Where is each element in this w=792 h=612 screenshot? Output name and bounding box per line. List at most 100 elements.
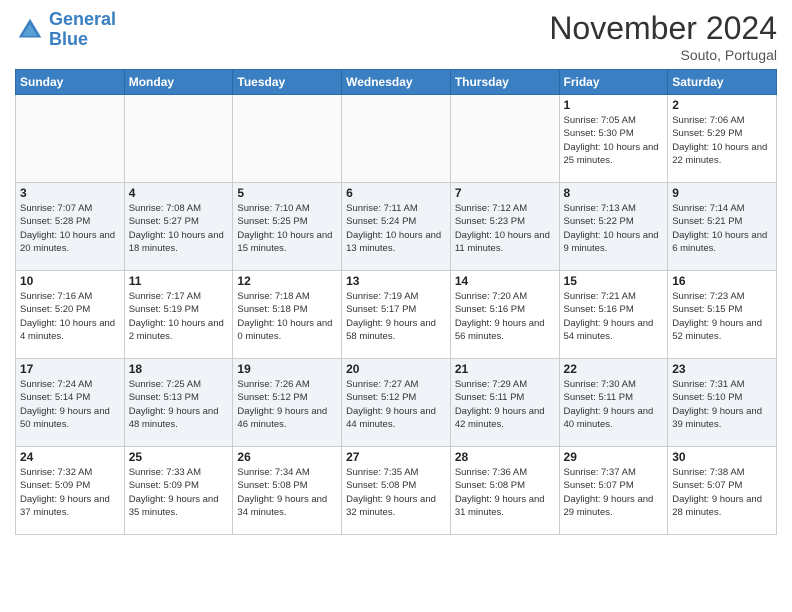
month-title: November 2024 [549, 10, 777, 47]
day-info: Sunrise: 7:11 AM Sunset: 5:24 PM Dayligh… [346, 202, 446, 255]
day-info: Sunrise: 7:14 AM Sunset: 5:21 PM Dayligh… [672, 202, 772, 255]
day-info: Sunrise: 7:05 AM Sunset: 5:30 PM Dayligh… [564, 114, 664, 167]
day-info: Sunrise: 7:37 AM Sunset: 5:07 PM Dayligh… [564, 466, 664, 519]
day-number: 5 [237, 186, 337, 200]
day-info: Sunrise: 7:06 AM Sunset: 5:29 PM Dayligh… [672, 114, 772, 167]
day-cell: 28 Sunrise: 7:36 AM Sunset: 5:08 PM Dayli… [450, 447, 559, 535]
day-cell: 19Sunrise: 7:26 AM Sunset: 5:12 PM Dayli… [233, 359, 342, 447]
weekday-header-thursday: Thursday [450, 70, 559, 95]
day-number: 26 [237, 450, 337, 464]
week-row-4: 17 Sunrise: 7:24 AM Sunset: 5:14 PM Dayli… [16, 359, 777, 447]
day-number: 22 [564, 362, 664, 376]
day-cell: 8 Sunrise: 7:13 AM Sunset: 5:22 PM Daylig… [559, 183, 668, 271]
day-cell: 24Sunrise: 7:32 AM Sunset: 5:09 PM Dayli… [16, 447, 125, 535]
day-info: Sunrise: 7:27 AM Sunset: 5:12 PM Dayligh… [346, 378, 446, 431]
day-cell: 16Sunrise: 7:23 AM Sunset: 5:15 PM Dayli… [668, 271, 777, 359]
title-block: November 2024 Souto, Portugal [549, 10, 777, 63]
day-info: Sunrise: 7:21 AM Sunset: 5:16 PM Dayligh… [564, 290, 664, 343]
day-cell: 10Sunrise: 7:16 AM Sunset: 5:20 PM Dayli… [16, 271, 125, 359]
day-cell [124, 95, 233, 183]
weekday-header-wednesday: Wednesday [342, 70, 451, 95]
day-number: 30 [672, 450, 772, 464]
day-cell: 29 Sunrise: 7:37 AM Sunset: 5:07 PM Dayli… [559, 447, 668, 535]
week-row-1: 1 Sunrise: 7:05 AM Sunset: 5:30 PM Daylig… [16, 95, 777, 183]
day-info: Sunrise: 7:12 AM Sunset: 5:23 PM Dayligh… [455, 202, 555, 255]
day-cell: 4 Sunrise: 7:08 AM Sunset: 5:27 PM Daylig… [124, 183, 233, 271]
day-info: Sunrise: 7:07 AM Sunset: 5:28 PM Dayligh… [20, 202, 120, 255]
day-cell: 30 Sunrise: 7:38 AM Sunset: 5:07 PM Dayli… [668, 447, 777, 535]
week-row-3: 10Sunrise: 7:16 AM Sunset: 5:20 PM Dayli… [16, 271, 777, 359]
day-cell: 22 Sunrise: 7:30 AM Sunset: 5:11 PM Dayli… [559, 359, 668, 447]
day-info: Sunrise: 7:34 AM Sunset: 5:08 PM Dayligh… [237, 466, 337, 519]
day-number: 4 [129, 186, 229, 200]
day-number: 11 [129, 274, 229, 288]
day-cell: 5 Sunrise: 7:10 AM Sunset: 5:25 PM Daylig… [233, 183, 342, 271]
day-cell: 15 Sunrise: 7:21 AM Sunset: 5:16 PM Dayli… [559, 271, 668, 359]
day-info: Sunrise: 7:30 AM Sunset: 5:11 PM Dayligh… [564, 378, 664, 431]
day-info: Sunrise: 7:23 AM Sunset: 5:15 PM Dayligh… [672, 290, 772, 343]
day-number: 28 [455, 450, 555, 464]
day-info: Sunrise: 7:25 AM Sunset: 5:13 PM Dayligh… [129, 378, 229, 431]
day-info: Sunrise: 7:36 AM Sunset: 5:08 PM Dayligh… [455, 466, 555, 519]
day-info: Sunrise: 7:17 AM Sunset: 5:19 PM Dayligh… [129, 290, 229, 343]
day-number: 3 [20, 186, 120, 200]
day-cell [233, 95, 342, 183]
logo-icon [15, 15, 45, 45]
day-info: Sunrise: 7:38 AM Sunset: 5:07 PM Dayligh… [672, 466, 772, 519]
day-cell: 12 Sunrise: 7:18 AM Sunset: 5:18 PM Dayli… [233, 271, 342, 359]
day-cell: 1 Sunrise: 7:05 AM Sunset: 5:30 PM Daylig… [559, 95, 668, 183]
day-number: 20 [346, 362, 446, 376]
day-cell: 11 Sunrise: 7:17 AM Sunset: 5:19 PM Dayli… [124, 271, 233, 359]
day-info: Sunrise: 7:24 AM Sunset: 5:14 PM Dayligh… [20, 378, 120, 431]
day-info: Sunrise: 7:16 AM Sunset: 5:20 PM Dayligh… [20, 290, 120, 343]
week-row-2: 3 Sunrise: 7:07 AM Sunset: 5:28 PM Daylig… [16, 183, 777, 271]
week-row-5: 24Sunrise: 7:32 AM Sunset: 5:09 PM Dayli… [16, 447, 777, 535]
day-number: 15 [564, 274, 664, 288]
weekday-header-tuesday: Tuesday [233, 70, 342, 95]
day-info: Sunrise: 7:33 AM Sunset: 5:09 PM Dayligh… [129, 466, 229, 519]
page-header: General Blue November 2024 Souto, Portug… [15, 10, 777, 63]
weekday-header-saturday: Saturday [668, 70, 777, 95]
day-cell: 9Sunrise: 7:14 AM Sunset: 5:21 PM Daylig… [668, 183, 777, 271]
day-info: Sunrise: 7:31 AM Sunset: 5:10 PM Dayligh… [672, 378, 772, 431]
day-cell [450, 95, 559, 183]
day-info: Sunrise: 7:19 AM Sunset: 5:17 PM Dayligh… [346, 290, 446, 343]
day-info: Sunrise: 7:13 AM Sunset: 5:22 PM Dayligh… [564, 202, 664, 255]
day-cell: 20 Sunrise: 7:27 AM Sunset: 5:12 PM Dayli… [342, 359, 451, 447]
day-number: 6 [346, 186, 446, 200]
day-info: Sunrise: 7:10 AM Sunset: 5:25 PM Dayligh… [237, 202, 337, 255]
calendar-table: SundayMondayTuesdayWednesdayThursdayFrid… [15, 69, 777, 535]
day-cell: 26 Sunrise: 7:34 AM Sunset: 5:08 PM Dayli… [233, 447, 342, 535]
day-number: 17 [20, 362, 120, 376]
weekday-header-monday: Monday [124, 70, 233, 95]
day-info: Sunrise: 7:08 AM Sunset: 5:27 PM Dayligh… [129, 202, 229, 255]
day-number: 2 [672, 98, 772, 112]
day-number: 29 [564, 450, 664, 464]
day-number: 21 [455, 362, 555, 376]
day-number: 12 [237, 274, 337, 288]
day-number: 1 [564, 98, 664, 112]
day-number: 27 [346, 450, 446, 464]
day-number: 18 [129, 362, 229, 376]
weekday-header-sunday: Sunday [16, 70, 125, 95]
day-number: 23 [672, 362, 772, 376]
day-cell: 23 Sunrise: 7:31 AM Sunset: 5:10 PM Dayli… [668, 359, 777, 447]
day-number: 25 [129, 450, 229, 464]
day-cell: 25 Sunrise: 7:33 AM Sunset: 5:09 PM Dayli… [124, 447, 233, 535]
logo-text: General Blue [49, 10, 116, 50]
day-number: 19 [237, 362, 337, 376]
day-cell: 2 Sunrise: 7:06 AM Sunset: 5:29 PM Daylig… [668, 95, 777, 183]
day-info: Sunrise: 7:18 AM Sunset: 5:18 PM Dayligh… [237, 290, 337, 343]
logo: General Blue [15, 10, 116, 50]
weekday-header-friday: Friday [559, 70, 668, 95]
day-info: Sunrise: 7:20 AM Sunset: 5:16 PM Dayligh… [455, 290, 555, 343]
day-cell [342, 95, 451, 183]
day-number: 8 [564, 186, 664, 200]
day-cell: 14Sunrise: 7:20 AM Sunset: 5:16 PM Dayli… [450, 271, 559, 359]
day-number: 7 [455, 186, 555, 200]
day-cell: 6 Sunrise: 7:11 AM Sunset: 5:24 PM Daylig… [342, 183, 451, 271]
day-number: 13 [346, 274, 446, 288]
day-cell: 7 Sunrise: 7:12 AM Sunset: 5:23 PM Daylig… [450, 183, 559, 271]
day-cell: 13 Sunrise: 7:19 AM Sunset: 5:17 PM Dayli… [342, 271, 451, 359]
day-info: Sunrise: 7:32 AM Sunset: 5:09 PM Dayligh… [20, 466, 120, 519]
